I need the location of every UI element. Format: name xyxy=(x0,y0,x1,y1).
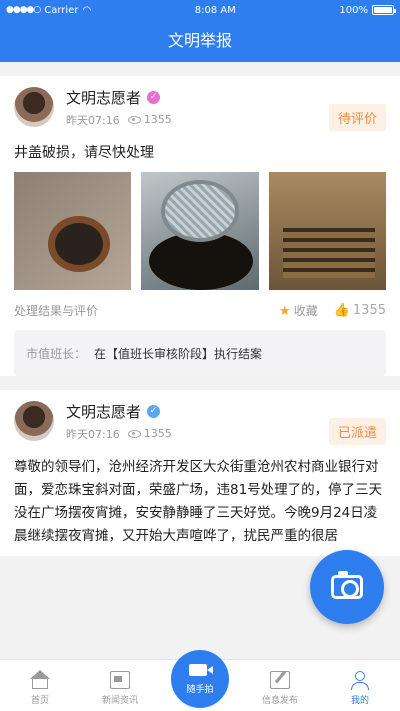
post-header: 文明志愿者 ✓ 昨天07:16 1355 已派遣 xyxy=(14,390,386,452)
post-photo[interactable] xyxy=(141,172,259,290)
review-text: 在【值班长审核阶段】执行结案 xyxy=(94,346,263,361)
result-label[interactable]: 处理结果与评价 xyxy=(14,302,98,319)
post-header: 文明志愿者 ✓ 昨天07:16 1355 待评价 xyxy=(14,76,386,138)
verified-badge-icon: ✓ xyxy=(147,404,161,418)
tab-publish[interactable]: 信息发布 xyxy=(240,660,320,711)
tab-home[interactable]: 首页 xyxy=(0,660,80,711)
tab-label: 首页 xyxy=(30,696,49,706)
user-name[interactable]: 文明志愿者 xyxy=(66,87,141,108)
tab-news[interactable]: 新闻资讯 xyxy=(80,660,160,711)
header: ●●●●○ Carrier ◠ 8:08 AM 100% 文明举报 xyxy=(0,0,400,62)
post-text: 井盖破损，请尽快处理 xyxy=(14,145,154,161)
camera-icon xyxy=(331,571,363,599)
status-time: 8:08 AM xyxy=(194,4,236,16)
view-count: 1355 xyxy=(127,113,172,126)
news-icon xyxy=(110,671,130,689)
status-bar: ●●●●○ Carrier ◠ 8:08 AM 100% xyxy=(0,0,400,20)
post-photo[interactable] xyxy=(268,172,386,290)
user-name[interactable]: 文明志愿者 xyxy=(66,401,141,422)
status-badge: 待评价 xyxy=(328,104,386,131)
tab-label: 随手拍 xyxy=(186,684,214,695)
wifi-icon: ◠ xyxy=(82,4,92,16)
like-count: 1355 xyxy=(352,302,386,318)
view-count: 1355 xyxy=(127,427,172,440)
user-icon xyxy=(350,671,370,690)
snapshot-button[interactable]: 随手拍 xyxy=(171,650,229,708)
favorite-label: 收藏 xyxy=(293,303,318,318)
battery-percent: 100% xyxy=(339,4,368,16)
status-badge: 已派遣 xyxy=(328,418,386,445)
view-count-value: 1355 xyxy=(143,427,172,440)
post-card[interactable]: 文明志愿者 ✓ 昨天07:16 1355 待评价 井盖破损，请尽快处理 处理结果… xyxy=(0,76,400,376)
thumbs-up-icon: 👍 xyxy=(333,302,350,318)
review-box: 市值班长： 在【值班长审核阶段】执行结案 xyxy=(14,330,386,376)
edit-icon xyxy=(270,671,290,689)
battery-icon xyxy=(372,5,396,15)
result-row: 处理结果与评价 ★ 收藏 👍 1355 xyxy=(14,290,386,330)
verified-badge-icon: ✓ xyxy=(147,90,161,104)
view-count-value: 1355 xyxy=(143,113,172,126)
tab-label: 信息发布 xyxy=(261,696,298,706)
page-title: 文明举报 xyxy=(167,31,232,50)
eye-icon xyxy=(127,116,141,124)
eye-icon xyxy=(127,430,141,438)
like-button[interactable]: 👍 1355 xyxy=(334,303,386,318)
star-icon: ★ xyxy=(279,303,291,319)
carrier-label: Carrier xyxy=(44,4,79,16)
video-icon xyxy=(188,663,207,676)
post-time: 昨天07:16 xyxy=(66,113,120,127)
post-card[interactable]: 文明志愿者 ✓ 昨天07:16 1355 已派遣 尊敬的领导们，沧州经济开发区大… xyxy=(0,390,400,556)
review-label: 市值班长： xyxy=(26,346,87,361)
signal-icon: ●●●●○ xyxy=(6,5,41,15)
post-time: 昨天07:16 xyxy=(66,427,120,441)
favorite-button[interactable]: ★ 收藏 xyxy=(279,302,318,319)
tab-snapshot[interactable]: 随手拍 xyxy=(160,650,240,711)
post-text: 尊敬的领导们，沧州经济开发区大众街重沧州农村商业银行对面，爱恋珠宝斜对面，荣盛广… xyxy=(14,459,383,544)
tab-mine[interactable]: 我的 xyxy=(320,660,400,711)
home-icon xyxy=(30,670,50,689)
post-photo[interactable] xyxy=(14,172,132,290)
tab-label: 新闻资讯 xyxy=(101,696,138,706)
camera-button[interactable] xyxy=(310,550,384,624)
photo-grid xyxy=(14,172,386,290)
tab-bar: 首页 新闻资讯 随手拍 信息发布 我的 xyxy=(0,650,400,711)
avatar[interactable] xyxy=(14,401,54,441)
avatar[interactable] xyxy=(14,87,54,127)
tab-label: 我的 xyxy=(350,696,369,706)
